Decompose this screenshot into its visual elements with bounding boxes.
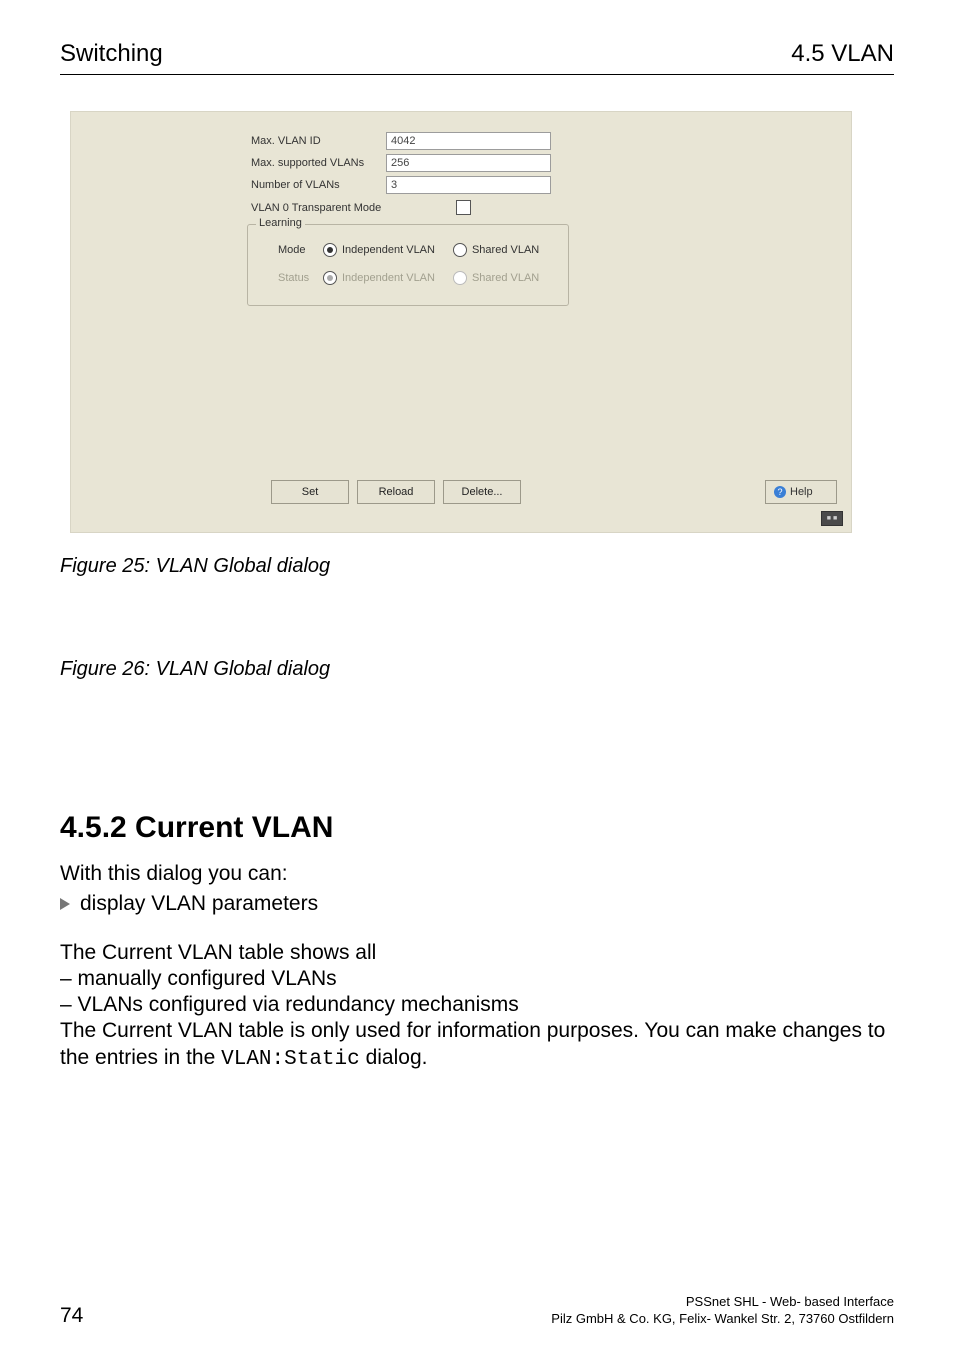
- radio-status-shared: [453, 271, 467, 285]
- bullet-text-display-vlan: display VLAN parameters: [80, 891, 318, 917]
- label-vlan0-transparent-mode: VLAN 0 Transparent Mode: [251, 202, 456, 214]
- label-max-vlan-id: Max. VLAN ID: [251, 135, 386, 147]
- radio-mode-shared[interactable]: [453, 243, 467, 257]
- value-max-vlan-id: 4042: [386, 132, 551, 150]
- field-max-vlan-id: Max. VLAN ID 4042: [251, 132, 551, 150]
- delete-button[interactable]: Delete...: [443, 480, 521, 504]
- triangle-bullet-icon: [60, 898, 70, 910]
- radio-status-independent: [323, 271, 337, 285]
- button-row: Set Reload Delete...: [271, 480, 521, 504]
- help-button[interactable]: ? Help: [765, 480, 837, 504]
- value-number-of-vlans: 3: [386, 176, 551, 194]
- vlan-global-dialog-screenshot: Max. VLAN ID 4042 Max. supported VLANs 2…: [70, 111, 852, 533]
- figure-26-caption: Figure 26: VLAN Global dialog: [60, 658, 894, 681]
- field-vlan0-transparent-mode: VLAN 0 Transparent Mode: [251, 200, 471, 215]
- label-number-of-vlans: Number of VLANs: [251, 179, 386, 191]
- value-max-supported-vlans: 256: [386, 154, 551, 172]
- footer-right-block: PSSnet SHL - Web- based Interface Pilz G…: [551, 1293, 894, 1328]
- footer-line-2: Pilz GmbH & Co. KG, Felix- Wankel Str. 2…: [551, 1310, 894, 1328]
- row-learning-status: Status Independent VLAN Shared VLAN: [278, 271, 539, 285]
- reload-button[interactable]: Reload: [357, 480, 435, 504]
- figure-25-caption: Figure 25: VLAN Global dialog: [60, 555, 894, 578]
- checkbox-vlan0-transparent-mode[interactable]: [456, 200, 471, 215]
- li-redundancy: – VLANs configured via redundancy mechan…: [60, 992, 894, 1018]
- section-intro: With this dialog you can:: [60, 861, 894, 887]
- bullet-display-vlan-parameters: display VLAN parameters: [60, 891, 894, 917]
- para-current-vlan-shows-all: The Current VLAN table shows all: [60, 940, 894, 966]
- label-mode: Mode: [278, 244, 318, 256]
- li-manually-configured: – manually configured VLANs: [60, 966, 894, 992]
- label-mode-independent: Independent VLAN: [342, 244, 435, 256]
- field-number-of-vlans: Number of VLANs 3: [251, 176, 551, 194]
- group-title-learning: Learning: [256, 217, 305, 229]
- label-status-shared: Shared VLAN: [472, 272, 539, 284]
- running-header: Switching 4.5 VLAN: [60, 40, 894, 68]
- code-vlan-static: VLAN:Static: [221, 1048, 360, 1071]
- page-footer: 74 PSSnet SHL - Web- based Interface Pil…: [60, 1293, 894, 1328]
- para2-part-b: dialog.: [360, 1046, 428, 1069]
- document-page: Switching 4.5 VLAN Max. VLAN ID 4042 Max…: [0, 0, 954, 1354]
- set-button[interactable]: Set: [271, 480, 349, 504]
- header-left: Switching: [60, 40, 163, 68]
- window-corner-badge: ■ ■: [821, 511, 843, 526]
- label-max-supported-vlans: Max. supported VLANs: [251, 157, 386, 169]
- help-icon: ?: [774, 486, 786, 498]
- label-mode-shared: Shared VLAN: [472, 244, 539, 256]
- page-number: 74: [60, 1304, 83, 1328]
- field-max-supported-vlans: Max. supported VLANs 256: [251, 154, 551, 172]
- label-status: Status: [278, 272, 318, 284]
- section-heading-4-5-2: 4.5.2 Current VLAN: [60, 811, 894, 845]
- row-learning-mode: Mode Independent VLAN Shared VLAN: [278, 243, 539, 257]
- header-rule: [60, 74, 894, 75]
- label-status-independent: Independent VLAN: [342, 272, 435, 284]
- para2-part-a: The Current VLAN table is only used for …: [60, 1019, 885, 1068]
- header-right: 4.5 VLAN: [791, 40, 894, 68]
- footer-line-1: PSSnet SHL - Web- based Interface: [551, 1293, 894, 1311]
- radio-mode-independent[interactable]: [323, 243, 337, 257]
- group-learning: Learning Mode Independent VLAN Shared VL…: [247, 224, 569, 306]
- help-label: Help: [790, 486, 813, 498]
- para-info-purposes: The Current VLAN table is only used for …: [60, 1018, 894, 1073]
